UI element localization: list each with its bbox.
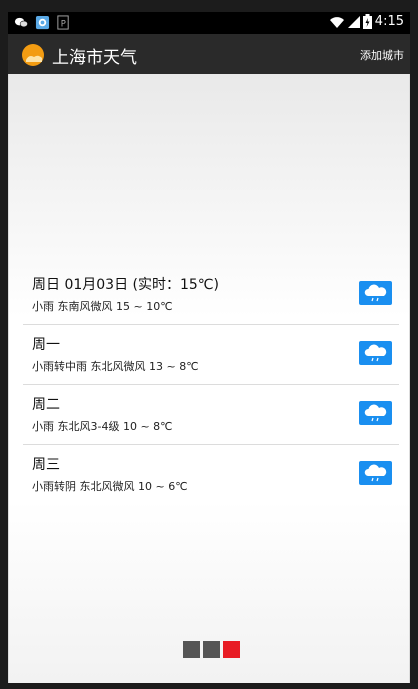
forecast-day-desc: 小雨 东南风微风 15 ~ 10℃ — [32, 300, 173, 313]
page-indicator — [183, 641, 240, 658]
app-logo-icon — [22, 44, 44, 66]
forecast-item: 周三 小雨转阴 东北风微风 10 ~ 6℃ — [23, 445, 399, 504]
forecast-day-title: 周日 01月03日 (实时：15℃) — [32, 277, 219, 293]
battery-icon — [362, 14, 372, 29]
screen-bottom-edge — [8, 683, 410, 689]
forecast-item: 周一 小雨转中雨 东北风微风 13 ~ 8℃ — [23, 325, 399, 385]
page-indicator-dot[interactable] — [203, 641, 220, 658]
page-indicator-dot[interactable] — [183, 641, 200, 658]
forecast-day-title: 周三 — [32, 457, 60, 473]
status-bar-system: 4:15 — [329, 14, 404, 29]
forecast-item: 周日 01月03日 (实时：15℃) 小雨 东南风微风 15 ~ 10℃ — [23, 265, 399, 325]
light-rain-icon — [359, 461, 392, 485]
status-bar-notifications: P — [14, 15, 71, 30]
parking-icon: P — [57, 15, 69, 30]
gallery-icon — [35, 15, 50, 30]
svg-text:P: P — [61, 18, 66, 28]
signal-icon — [347, 15, 360, 28]
light-rain-icon — [359, 341, 392, 365]
phone-screen: P 4:15 上海市天气 添加城市 周日 01月03日 (实时：15℃) 小雨 … — [0, 0, 418, 689]
forecast-day-title: 周一 — [32, 337, 60, 353]
wechat-icon — [14, 17, 28, 28]
forecast-item: 周二 小雨 东北风3-4级 10 ~ 8℃ — [23, 385, 399, 445]
add-city-button[interactable]: 添加城市 — [360, 47, 404, 63]
page-indicator-dot-active[interactable] — [223, 641, 240, 658]
action-bar: 上海市天气 添加城市 — [8, 34, 410, 74]
light-rain-icon — [359, 281, 392, 305]
page-title: 上海市天气 — [52, 48, 137, 68]
forecast-day-desc: 小雨转阴 东北风微风 10 ~ 6℃ — [32, 480, 188, 493]
forecast-list: 周日 01月03日 (实时：15℃) 小雨 东南风微风 15 ~ 10℃ 周一 … — [23, 265, 399, 504]
forecast-day-desc: 小雨 东北风3-4级 10 ~ 8℃ — [32, 420, 173, 433]
forecast-day-title: 周二 — [32, 397, 60, 413]
light-rain-icon — [359, 401, 392, 425]
weather-content[interactable]: 周日 01月03日 (实时：15℃) 小雨 东南风微风 15 ~ 10℃ 周一 … — [8, 74, 410, 683]
wifi-icon — [329, 16, 344, 28]
forecast-day-desc: 小雨转中雨 东北风微风 13 ~ 8℃ — [32, 360, 199, 373]
status-bar: P 4:15 — [8, 12, 410, 34]
status-time: 4:15 — [374, 14, 404, 29]
